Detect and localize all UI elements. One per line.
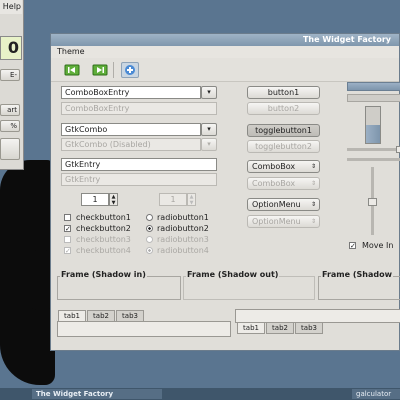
comboboxentry-disabled-field: ComboBoxEntry: [61, 102, 217, 115]
spin-button-disabled-input: 1: [159, 193, 187, 206]
scrollbar-horizontal[interactable]: [347, 94, 400, 102]
radiobutton3-label: radiobutton3: [157, 235, 209, 244]
radiobutton1[interactable]: [146, 214, 153, 221]
radiobutton3: [146, 236, 153, 243]
tab-3[interactable]: tab3: [295, 323, 323, 334]
tab-3[interactable]: tab3: [116, 310, 144, 321]
togglebutton2: togglebutton2: [247, 140, 320, 153]
comboboxentry-field[interactable]: ComboBoxEntry: [61, 86, 201, 99]
move-in-checkbox[interactable]: ✓: [349, 242, 356, 250]
combo-arrows-icon: ⇕: [310, 201, 316, 208]
optionmenu2-label: OptionMenu: [252, 217, 301, 226]
hscale-handle[interactable]: [396, 146, 400, 153]
spin-arrows-icon[interactable]: ▲ ▼: [109, 193, 118, 206]
chevron-down-icon[interactable]: ▾: [201, 123, 217, 136]
calculator-help-menu[interactable]: Help: [0, 0, 22, 14]
checkbutton3-label: checkbutton3: [76, 235, 131, 244]
checkbutton1[interactable]: [64, 214, 71, 221]
checkbutton4-label: checkbutton4: [76, 246, 131, 255]
gtkcombo-field[interactable]: GtkCombo: [61, 123, 201, 136]
combobox1-label: ComboBox: [252, 162, 296, 171]
tab-2[interactable]: tab2: [87, 310, 115, 321]
frame-shadow-in-label: Frame (Shadow in): [60, 270, 147, 279]
checkbutton3: [64, 236, 71, 243]
optionmenu1-label: OptionMenu: [252, 200, 301, 209]
go-first-icon[interactable]: [63, 62, 81, 78]
gtkentry-disabled-field: GtkEntry: [61, 173, 217, 186]
taskbar: The Widget Factory galculator: [0, 388, 400, 400]
menu-theme[interactable]: Theme: [57, 47, 85, 56]
notebook-bottom-page: [235, 309, 400, 323]
button2: button2: [247, 102, 320, 115]
combo-arrows-icon: ⇕: [310, 180, 316, 187]
spin-button-input[interactable]: 1: [81, 193, 109, 206]
optionmenu2: OptionMenu ⇕: [247, 215, 320, 228]
frame-shadow-out-label: Frame (Shadow out): [186, 270, 280, 279]
frame-shadow-in: [57, 276, 181, 300]
progress-bar-full: [347, 82, 400, 91]
vscale-handle[interactable]: [368, 198, 377, 206]
togglebutton1[interactable]: togglebutton1: [247, 124, 320, 137]
combo-arrows-icon: ⇕: [310, 163, 316, 170]
radiobutton2[interactable]: [146, 225, 153, 232]
taskbar-item-galculator[interactable]: galculator: [352, 389, 400, 399]
spin-arrows-icon: ▲ ▼: [187, 193, 196, 206]
checkbutton4: ✓: [64, 247, 71, 255]
combobox1[interactable]: ComboBox ⇕: [247, 160, 320, 173]
combobox2: ComboBox ⇕: [247, 177, 320, 190]
notebook-top-page: [57, 321, 231, 337]
combobox2-label: ComboBox: [252, 179, 296, 188]
hscale-track[interactable]: [347, 148, 400, 151]
calculator-button[interactable]: art: [0, 104, 20, 116]
radiobutton1-label: radiobutton1: [157, 213, 209, 222]
tab-1[interactable]: tab1: [237, 323, 265, 334]
toolbar-separator: [113, 62, 114, 78]
widget-factory-window: The Widget Factory Theme ComboBoxEntry ▾…: [50, 33, 400, 351]
tab-2[interactable]: tab2: [266, 323, 294, 334]
radiobutton4: [146, 247, 153, 254]
gtkcombo-disabled-field: GtkCombo (Disabled): [61, 138, 201, 151]
chevron-down-icon[interactable]: ▾: [201, 86, 217, 99]
calculator-button[interactable]: [0, 138, 20, 160]
checkbutton2[interactable]: ✓: [64, 225, 71, 233]
frame-shadow-etched-label: Frame (Shadow: [321, 270, 393, 279]
hscale-track-2[interactable]: [347, 158, 400, 161]
checkbutton2-label: checkbutton2: [76, 224, 131, 233]
move-in-label: Move In: [362, 241, 394, 250]
window-title[interactable]: The Widget Factory: [51, 34, 399, 46]
menubar: Theme: [51, 46, 399, 58]
button1[interactable]: button1: [247, 86, 320, 99]
taskbar-item-widget-factory[interactable]: The Widget Factory: [32, 389, 162, 399]
frame-shadow-out: [183, 276, 315, 300]
frame-shadow-etched: [318, 276, 400, 300]
combo-arrows-icon: ⇕: [310, 218, 316, 225]
radiobutton4-label: radiobutton4: [157, 246, 209, 255]
go-last-icon[interactable]: [91, 62, 109, 78]
toolbar: [51, 58, 399, 82]
calculator-button[interactable]: E-: [0, 69, 20, 81]
gtkentry-field[interactable]: GtkEntry: [61, 158, 217, 171]
calculator-button[interactable]: %: [0, 120, 20, 132]
chevron-down-icon: ▾: [201, 138, 217, 151]
checkbutton1-label: checkbutton1: [76, 213, 131, 222]
calculator-window: Help 0 E- art %: [0, 0, 24, 170]
optionmenu1[interactable]: OptionMenu ⇕: [247, 198, 320, 211]
calculator-display: 0: [0, 36, 22, 60]
radiobutton2-label: radiobutton2: [157, 224, 209, 233]
add-icon[interactable]: [121, 62, 139, 78]
progress-bar-vertical: [365, 106, 381, 144]
tab-1[interactable]: tab1: [58, 310, 86, 321]
